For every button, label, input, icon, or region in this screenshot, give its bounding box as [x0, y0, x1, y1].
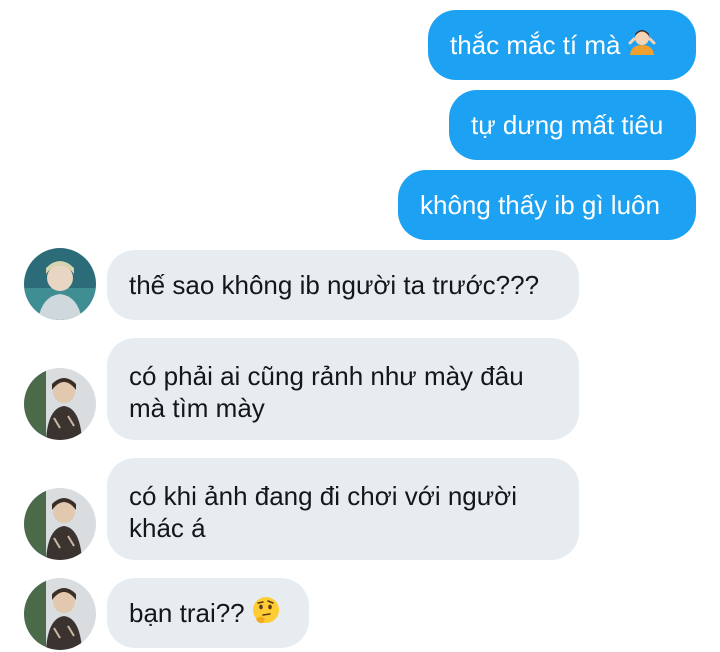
message-line: có khi ảnh đang đi chơi với người	[129, 481, 517, 511]
received-message-bubble[interactable]: thế sao không ib người ta trước???	[107, 250, 579, 320]
message-text: có khi ảnh đang đi chơi với người khác á	[129, 480, 517, 544]
contact-avatar[interactable]	[24, 248, 96, 320]
message-text: không thấy ib gì luôn	[420, 190, 660, 220]
message-line: mà tìm mày	[129, 393, 265, 423]
thinking-face-emoji	[251, 595, 281, 632]
message-text: có phải ai cũng rảnh như mày đâu mà tìm …	[129, 360, 524, 424]
received-message-bubble[interactable]: bạn trai??	[107, 578, 309, 648]
contact-avatar[interactable]	[24, 488, 96, 560]
sent-message-bubble[interactable]: tự dưng mất tiêu	[449, 90, 696, 160]
message-line: khác á	[129, 513, 206, 543]
person-shrugging-emoji	[627, 27, 657, 64]
contact-avatar[interactable]	[24, 578, 96, 650]
message-text: tự dưng mất tiêu	[471, 110, 664, 140]
sent-message-bubble[interactable]: không thấy ib gì luôn	[398, 170, 696, 240]
message-text: thế sao không ib người ta trước???	[129, 270, 540, 300]
contact-avatar[interactable]	[24, 368, 96, 440]
sent-message-bubble[interactable]: thắc mắc tí mà	[428, 10, 696, 80]
message-line: có phải ai cũng rảnh như mày đâu	[129, 361, 524, 391]
message-text: thắc mắc tí mà	[450, 30, 621, 60]
received-message-bubble[interactable]: có khi ảnh đang đi chơi với người khác á	[107, 458, 579, 560]
received-message-bubble[interactable]: có phải ai cũng rảnh như mày đâu mà tìm …	[107, 338, 579, 440]
message-text: bạn trai??	[129, 598, 245, 628]
